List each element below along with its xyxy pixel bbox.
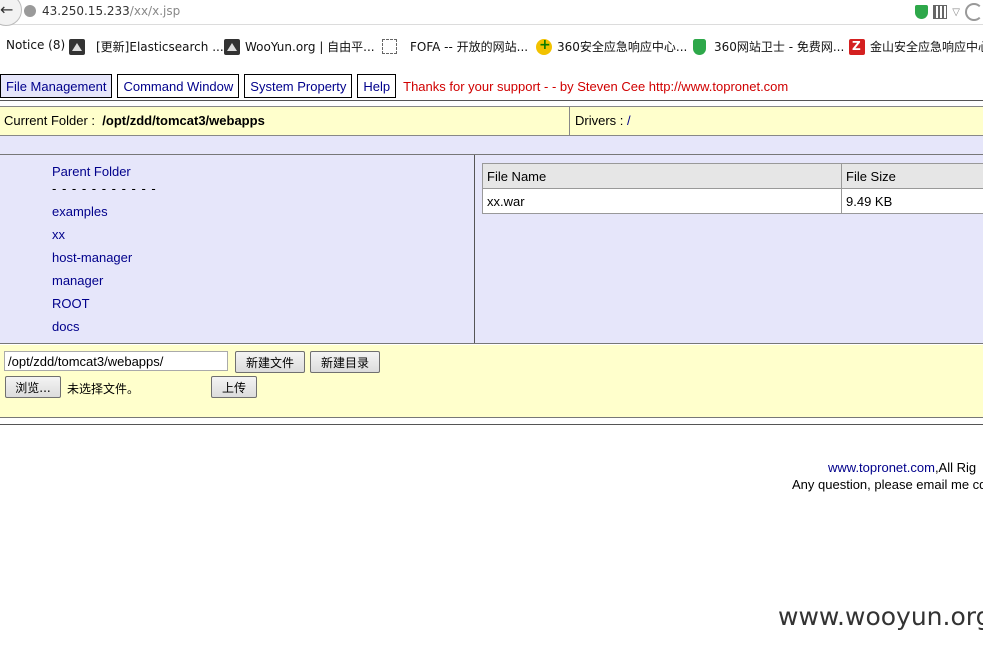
bookmark-item[interactable]: WooYun.org | 自由平... bbox=[224, 38, 375, 55]
kingsoft-icon bbox=[849, 38, 865, 55]
thanks-text: Thanks for your support - - by Steven Ce… bbox=[403, 78, 789, 94]
address-bar-icons: ▽ bbox=[915, 3, 983, 21]
bookmark-item[interactable]: Notice (8) bbox=[6, 38, 65, 52]
footer-copyright: www.topronet.com,All Rig bbox=[828, 460, 976, 475]
folder-link[interactable]: examples bbox=[52, 204, 108, 219]
wooyun-icon bbox=[69, 38, 85, 55]
drive-link[interactable]: / bbox=[627, 113, 631, 128]
bookmark-item[interactable]: 360安全应急响应中心... bbox=[536, 37, 688, 55]
bookmark-item[interactable]: FOFA -- 开放的网站... bbox=[382, 38, 528, 55]
folder-link[interactable]: manager bbox=[52, 273, 103, 288]
tree-separator: - - - - - - - - - - - bbox=[52, 181, 157, 196]
bookmark-item[interactable]: 360网站卫士 - 免费网... bbox=[693, 38, 844, 55]
bookmark-label: FOFA -- 开放的网站... bbox=[410, 40, 529, 54]
file-size-cell: 9.49 KB bbox=[841, 188, 983, 214]
bookmark-label: 金山安全应急响应中心 bbox=[870, 40, 983, 54]
browse-button[interactable]: 浏览... bbox=[5, 376, 61, 398]
qr-code-icon[interactable] bbox=[933, 5, 948, 19]
shield-icon[interactable] bbox=[915, 5, 929, 19]
new-directory-button[interactable]: 新建目录 bbox=[310, 351, 380, 373]
bookmark-label: [更新]Elasticsearch ... bbox=[96, 40, 224, 54]
nav-file-management[interactable]: File Management bbox=[0, 74, 113, 98]
divider bbox=[0, 100, 983, 101]
folder-link[interactable]: xx bbox=[52, 227, 65, 242]
footer-question: Any question, please email me cq bbox=[792, 477, 983, 492]
bookmark-item[interactable]: [更新]Elasticsearch ... bbox=[69, 38, 224, 55]
bookmark-label: 360网站卫士 - 免费网... bbox=[714, 40, 845, 54]
reload-icon[interactable] bbox=[965, 3, 983, 21]
bookmark-label: Notice (8) bbox=[6, 38, 66, 52]
new-file-button[interactable]: 新建文件 bbox=[235, 351, 305, 373]
divider bbox=[0, 424, 983, 425]
upload-button[interactable]: 上传 bbox=[211, 376, 257, 398]
globe-icon bbox=[24, 5, 36, 17]
folder-link[interactable]: ROOT bbox=[52, 296, 90, 311]
footer-link[interactable]: www.topronet.com bbox=[828, 460, 935, 475]
wooyun-icon bbox=[224, 38, 240, 55]
path-input[interactable] bbox=[4, 351, 228, 371]
url-path: /xx/x.jsp bbox=[129, 4, 181, 18]
shield-icon bbox=[693, 38, 706, 55]
watermark-text: www.wooyun.org bbox=[778, 602, 983, 631]
back-button[interactable] bbox=[0, 0, 22, 26]
current-folder-path: /opt/zdd/tomcat3/webapps bbox=[102, 113, 265, 128]
table-header-row: File Name File Size bbox=[482, 163, 983, 189]
drivers: Drivers : / bbox=[575, 113, 631, 128]
parent-folder-link[interactable]: Parent Folder bbox=[52, 164, 131, 179]
chevron-down-icon[interactable]: ▽ bbox=[952, 7, 960, 18]
file-browser: Parent Folder - - - - - - - - - - - exam… bbox=[0, 155, 983, 344]
current-folder: Current Folder : /opt/zdd/tomcat3/webapp… bbox=[4, 113, 265, 128]
divider bbox=[569, 107, 570, 135]
dashed-box-icon bbox=[382, 39, 397, 54]
spacer-bar bbox=[0, 136, 983, 155]
no-file-selected-text: 未选择文件。 bbox=[67, 382, 140, 396]
folder-tree: Parent Folder - - - - - - - - - - - exam… bbox=[0, 155, 475, 343]
360-icon bbox=[536, 37, 552, 55]
nav-help[interactable]: Help bbox=[357, 74, 397, 98]
column-header-file-name[interactable]: File Name bbox=[482, 163, 842, 189]
bookmark-item[interactable]: 金山安全应急响应中心 bbox=[849, 38, 983, 55]
address-bar[interactable]: 43.250.15.233/xx/x.jsp ▽ bbox=[0, 0, 983, 26]
table-row[interactable]: xx.war 9.49 KB bbox=[482, 188, 983, 214]
folder-link[interactable]: host-manager bbox=[52, 250, 132, 265]
main-nav: File Management Command Window System Pr… bbox=[0, 73, 788, 99]
nav-system-property[interactable]: System Property bbox=[244, 74, 353, 98]
bookmark-label: 360安全应急响应中心... bbox=[557, 40, 688, 54]
bookmarks-bar: Notice (8) [更新]Elasticsearch ... WooYun.… bbox=[0, 34, 983, 58]
url-host: 43.250.15.233 bbox=[42, 4, 130, 18]
url-text[interactable]: 43.250.15.233/xx/x.jsp bbox=[42, 4, 180, 18]
drivers-label: Drivers : bbox=[575, 113, 624, 128]
current-folder-label: Current Folder : bbox=[4, 113, 96, 128]
file-name-cell[interactable]: xx.war bbox=[482, 188, 842, 214]
folder-bar: Current Folder : /opt/zdd/tomcat3/webapp… bbox=[0, 106, 983, 136]
bookmark-label: WooYun.org | 自由平... bbox=[245, 40, 375, 54]
upload-panel: 新建文件 新建目录 浏览... 未选择文件。 上传 bbox=[0, 345, 983, 418]
folder-link[interactable]: docs bbox=[52, 319, 79, 334]
footer-rights: ,All Rig bbox=[934, 460, 977, 475]
nav-command-window[interactable]: Command Window bbox=[117, 74, 240, 98]
file-table: File Name File Size xx.war 9.49 KB bbox=[482, 163, 983, 214]
column-header-file-size[interactable]: File Size bbox=[841, 163, 983, 189]
